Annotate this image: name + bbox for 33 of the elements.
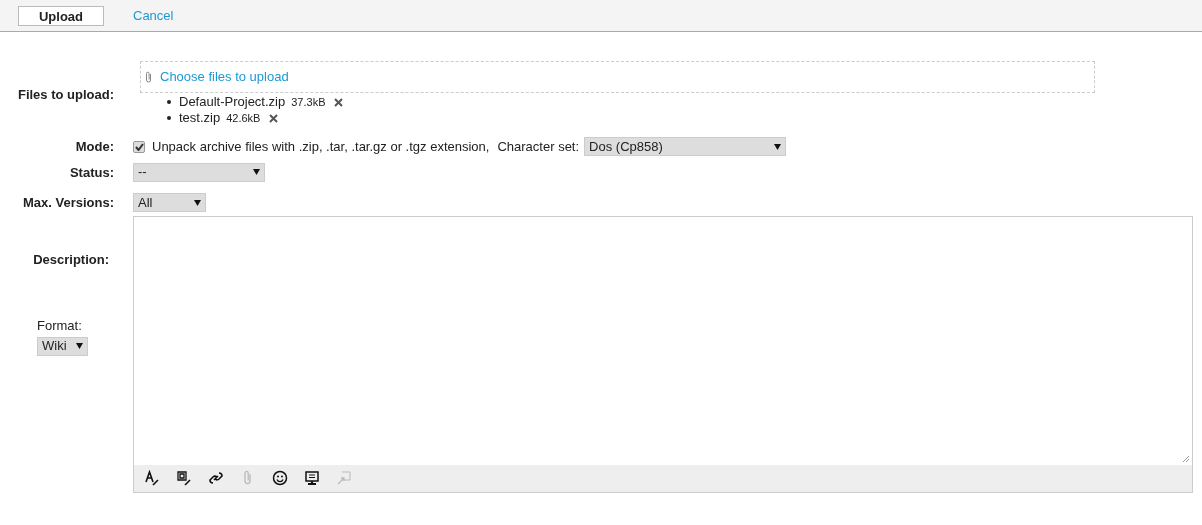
- paperclip-icon: [145, 71, 152, 83]
- file-name: Default-Project.zip: [179, 93, 286, 112]
- dropdown[interactable]: Dos (Cp858): [584, 137, 787, 157]
- caret-icon: [774, 143, 782, 150]
- dropdown[interactable]: Wiki: [37, 336, 88, 356]
- file-name: test.zip: [179, 109, 221, 128]
- field-label: Files to upload:: [17, 87, 114, 102]
- field-label: Mode:: [75, 139, 114, 154]
- field-label: Format:: [37, 316, 82, 335]
- checkbox-label: Unpack archive files with .zip, .tar, .tar.gz or .tgz extension,: [152, 138, 490, 156]
- resize-handle-icon[interactable]: [1182, 454, 1190, 463]
- edit-box-icon[interactable]: [176, 470, 192, 486]
- checkbox[interactable]: [133, 140, 145, 153]
- upload-button[interactable]: Upload: [18, 5, 104, 26]
- dropdown[interactable]: All: [133, 193, 206, 212]
- monitor-icon[interactable]: [304, 470, 320, 486]
- field-label: Status:: [69, 164, 114, 180]
- field-label: Description:: [33, 250, 109, 269]
- file-size: 37.3kB: [291, 94, 326, 110]
- close-icon[interactable]: [334, 97, 344, 107]
- close-icon[interactable]: [269, 113, 279, 123]
- field-label: Character set:: [497, 138, 580, 156]
- link-icon[interactable]: [208, 470, 224, 486]
- caret-icon: [194, 199, 201, 206]
- dropdown[interactable]: --: [133, 162, 265, 182]
- bullet-icon: [167, 116, 171, 120]
- smiley-icon[interactable]: [272, 470, 288, 486]
- caret-icon: [253, 169, 260, 175]
- text-format-icon[interactable]: [144, 470, 160, 486]
- bullet-icon: [167, 100, 171, 104]
- field-label: Max. Versions:: [22, 195, 114, 210]
- caret-icon: [76, 343, 83, 349]
- file-size: 42.6kB: [226, 110, 261, 126]
